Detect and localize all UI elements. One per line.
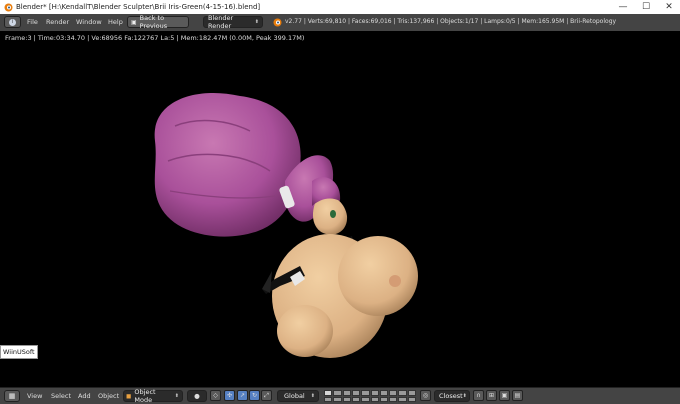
pivot-point-button[interactable]: ◇ (210, 390, 221, 401)
snap-element-button[interactable]: ⊞ (486, 390, 497, 401)
menu-add[interactable]: Add (78, 392, 91, 400)
dropdown-arrows-icon: ⬍ (462, 393, 467, 399)
layer-buttons[interactable] (324, 390, 416, 402)
layer-button[interactable] (351, 390, 361, 396)
watermark-label: WiinUSoft (0, 345, 38, 359)
translate-manipulator[interactable]: ↗ (237, 390, 248, 401)
manipulator-toggle[interactable]: ✣ (224, 390, 235, 401)
layer-button[interactable] (333, 396, 342, 402)
layer-button[interactable] (407, 396, 416, 402)
shading-sphere-icon: ● (194, 392, 200, 400)
dropdown-arrows-icon: ⬍ (310, 393, 315, 399)
scale-manipulator[interactable]: ⤢ (261, 390, 272, 401)
back-icon: ▣ (131, 18, 137, 26)
window-titlebar: Blender* [H:\KendallT\Blender Sculpter\B… (0, 0, 680, 14)
render-engine-select[interactable]: Blender Render ⬍ (203, 14, 263, 30)
layer-button[interactable] (361, 396, 370, 402)
info-icon: i (9, 18, 16, 26)
editor-type-button[interactable]: ▦ (4, 390, 20, 402)
rotate-manipulator[interactable]: ↻ (249, 390, 260, 401)
editor-type-button[interactable]: i (4, 16, 21, 28)
layer-button[interactable] (389, 396, 398, 402)
menu-view[interactable]: View (27, 392, 42, 400)
clapper-icon: ▤ (514, 392, 521, 399)
manipulator-icon: ✣ (226, 392, 233, 399)
minimize-button[interactable]: — (612, 0, 634, 14)
cube-icon: ▦ (8, 392, 16, 400)
proportional-edit-button[interactable]: ◎ (420, 390, 431, 401)
rendered-character-image (154, 93, 418, 358)
mode-select[interactable]: ◼ Object Mode ⬍ (123, 388, 183, 404)
orientation-select[interactable]: Global ⬍ (277, 390, 319, 402)
layer-button[interactable] (379, 396, 389, 402)
layer-button[interactable] (324, 390, 333, 396)
opengl-render-button[interactable]: ▣ (499, 390, 510, 401)
layer-button[interactable] (324, 396, 333, 402)
back-to-previous-button[interactable]: ▣ Back to Previous (127, 14, 189, 30)
layer-button[interactable] (342, 390, 351, 396)
window-title: Blender* [H:\KendallT\Blender Sculpter\B… (16, 3, 261, 11)
layer-button[interactable] (398, 390, 407, 396)
object-mode-icon: ◼ (126, 392, 132, 400)
rotate-icon: ↻ (251, 392, 258, 399)
menu-file[interactable]: File (27, 18, 38, 26)
viewport-shading-select[interactable]: ● (187, 390, 207, 402)
layer-button[interactable] (370, 390, 379, 396)
menu-help[interactable]: Help (108, 18, 123, 26)
scene-stats: v2.77 | Verts:69,810 | Faces:69,016 | Tr… (285, 18, 617, 25)
menu-select[interactable]: Select (51, 392, 71, 400)
3d-viewport[interactable]: Frame:3 | Time:03:34.70 | Ve:68956 Fa:12… (0, 31, 680, 387)
snap-target-label: Closest (439, 392, 463, 400)
magnet-icon: ∩ (476, 392, 481, 399)
info-header: i File Render Window Help ▣ Back to Prev… (0, 14, 680, 32)
arrow-icon: ↗ (239, 392, 246, 399)
snap-toggle[interactable]: ∩ (473, 390, 484, 401)
layer-button[interactable] (398, 396, 407, 402)
proportional-icon: ◎ (422, 392, 429, 399)
menu-object[interactable]: Object (98, 392, 119, 400)
layer-button[interactable] (361, 390, 370, 396)
view3d-header: ▦ View Select Add Object ◼ Object Mode ⬍… (0, 387, 680, 404)
dropdown-arrows-icon: ⬍ (174, 393, 179, 399)
snap-target-select[interactable]: Closest ⬍ (434, 390, 470, 402)
snap-element-icon: ⊞ (488, 392, 495, 399)
layer-button[interactable] (389, 390, 398, 396)
mode-label: Object Mode (134, 388, 156, 404)
blender-logo-icon (273, 18, 282, 27)
layer-button[interactable] (333, 390, 342, 396)
layer-button[interactable] (351, 396, 361, 402)
blender-logo-icon (4, 3, 13, 12)
back-to-previous-label: Back to Previous (139, 14, 168, 30)
layer-button[interactable] (370, 396, 379, 402)
layer-button[interactable] (342, 396, 351, 402)
render-engine-label: Blender Render (208, 14, 234, 30)
menu-render[interactable]: Render (46, 18, 69, 26)
layer-button[interactable] (407, 390, 416, 396)
close-button[interactable]: ✕ (658, 0, 680, 14)
maximize-button[interactable]: ☐ (635, 0, 657, 14)
orientation-label: Global (284, 392, 305, 400)
opengl-animation-button[interactable]: ▤ (512, 390, 523, 401)
menu-window[interactable]: Window (76, 18, 102, 26)
dropdown-arrows-icon: ⬍ (254, 19, 259, 25)
scale-icon: ⤢ (264, 391, 269, 399)
layer-button[interactable] (379, 390, 389, 396)
pivot-icon: ◇ (213, 392, 218, 399)
camera-icon: ▣ (501, 392, 508, 399)
